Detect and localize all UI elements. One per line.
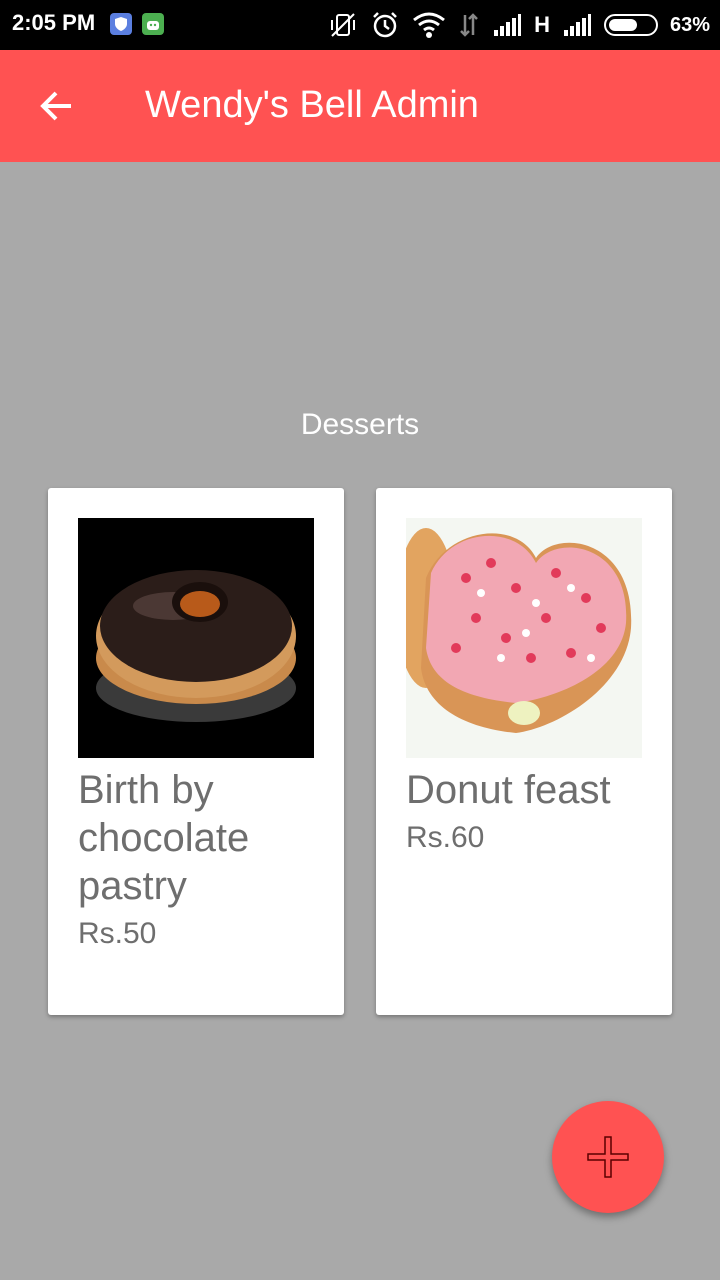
product-price: Rs.60 — [406, 821, 485, 854]
status-bar: 2:05 PM H 63% — [0, 0, 720, 50]
battery-percent: 63% — [669, 13, 710, 36]
status-time: 2:05 PM — [12, 10, 96, 35]
section-title: Desserts — [300, 408, 420, 441]
chocolate-donut-image — [78, 518, 314, 758]
back-button[interactable] — [26, 76, 86, 136]
shield-app-icon — [110, 13, 132, 35]
status-icons: H 63% — [328, 9, 710, 41]
product-name: Donut feast Rs.60 — [406, 766, 646, 862]
battery-icon — [603, 14, 658, 36]
network-type: H — [534, 12, 550, 37]
app-title: Wendy's Bell Admin — [145, 84, 479, 126]
battery-level-fill — [608, 19, 637, 31]
product-name-text: Birth by chocolate pastry — [78, 768, 250, 908]
product-card[interactable]: Birth by chocolate pastry Rs.50 — [48, 488, 344, 1015]
plus-icon — [587, 1136, 629, 1178]
wifi-icon — [413, 12, 446, 38]
app-bar: Wendy's Bell Admin — [0, 50, 720, 162]
product-card[interactable]: Donut feast Rs.60 — [376, 488, 672, 1015]
signal-icon — [494, 14, 522, 36]
add-item-button[interactable] — [552, 1101, 664, 1213]
signal-icon — [563, 14, 591, 36]
heart-sprinkle-donut-image — [406, 518, 642, 758]
android-app-icon — [142, 13, 164, 35]
arrow-back-icon — [40, 91, 71, 121]
data-arrows-icon — [460, 13, 478, 37]
product-name: Birth by chocolate pastry Rs.50 — [78, 766, 318, 958]
product-name-text: Donut feast — [406, 768, 611, 812]
product-price: Rs.50 — [78, 917, 157, 950]
alarm-icon — [373, 12, 397, 38]
vibrate-off-icon — [331, 13, 356, 37]
